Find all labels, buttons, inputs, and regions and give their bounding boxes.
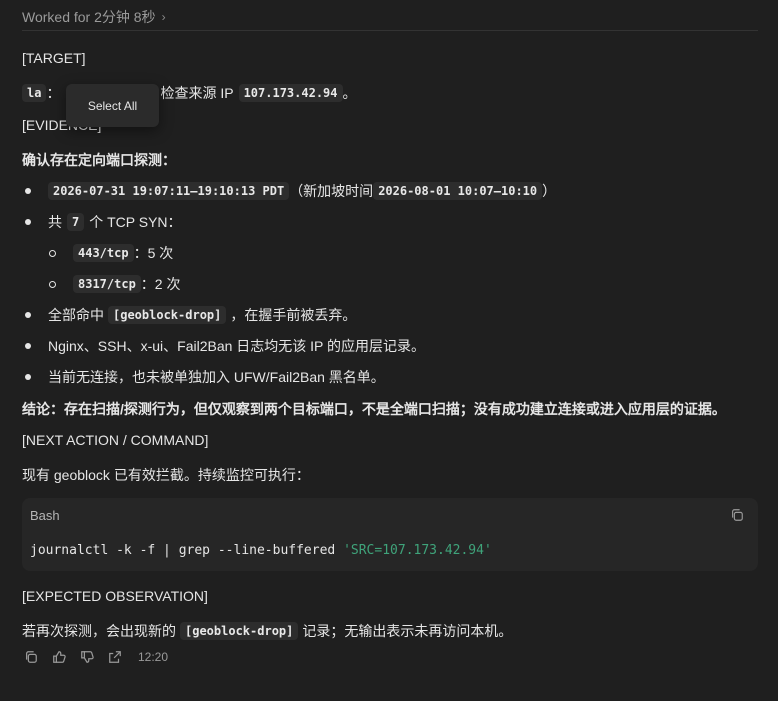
list-item-end: ）	[542, 183, 557, 199]
list-item-text: 全部命中	[48, 307, 104, 323]
conclusion: 结论：存在扫描/探测行为，但仅观察到两个目标端口，不是全端口扫描；没有成功建立连…	[22, 399, 726, 419]
share-icon[interactable]	[108, 650, 122, 664]
code-language-label: Bash	[30, 508, 60, 523]
code-command: journalctl -k -f | grep --line-buffered	[30, 543, 344, 558]
list-item-text: （新加坡时间	[289, 183, 374, 199]
list-item: 全部命中 [geoblock-drop] ，在握手前被丢弃。	[22, 305, 356, 325]
worked-duration-label: Worked for 2分钟 8秒	[22, 9, 156, 25]
sub-list-item-text: ：5 次	[133, 245, 174, 261]
target-colon: ：	[46, 85, 61, 101]
bullet-dot	[25, 312, 31, 318]
bullet-ring	[49, 280, 56, 288]
expected-line: 若再次探测，会出现新的 [geoblock-drop] 记录；无输出表示未再访问…	[22, 621, 512, 641]
select-all-menu-item[interactable]: Select All	[88, 99, 137, 113]
list-item-text: ，在握手前被丢弃。	[230, 307, 357, 323]
bullet-dot	[25, 374, 31, 380]
conclusion-text: 存在扫描/探测行为，但仅观察到两个目标端口，不是全端口扫描；没有成功建立连接或进…	[64, 401, 726, 417]
copy-icon[interactable]	[24, 650, 38, 664]
syn-count-code: 7	[67, 213, 85, 231]
conclusion-label: 结论：	[22, 401, 64, 417]
target-ip-code: 107.173.42.94	[238, 84, 343, 102]
geoblock-drop-code: [geoblock-drop]	[108, 306, 227, 324]
target-end: 。	[342, 85, 357, 101]
target-text: ，检查来源 IP	[146, 85, 234, 101]
bullet-dot	[25, 343, 31, 349]
next-action-heading: [NEXT ACTION / COMMAND]	[22, 432, 209, 448]
expected-text: 若再次探测，会出现新的	[22, 623, 176, 639]
geoblock-drop-code: [geoblock-drop]	[180, 622, 299, 640]
list-item: 2026-07-31 19:07:11–19:10:13 PDT （新加坡时间 …	[22, 181, 556, 201]
evidence-confirm: 确认存在定向端口探测：	[22, 152, 176, 168]
port-443-code: 443/tcp	[73, 244, 134, 262]
code-block: Bash journalctl -k -f | grep --line-buff…	[22, 498, 758, 571]
thumbs-up-icon[interactable]	[52, 650, 66, 664]
bullet-dot	[25, 188, 31, 194]
target-prefix-code: la	[22, 84, 47, 102]
bullet-dot	[25, 219, 31, 225]
sub-list-item: 443/tcp ：5 次	[22, 243, 173, 263]
list-item-text: 个 TCP SYN：	[89, 214, 182, 230]
list-item-text: 当前无连接，也未被单独加入 UFW/Fail2Ban 黑名单。	[48, 369, 385, 385]
sub-list-item-text: ：2 次	[140, 276, 181, 292]
next-action-text: 现有 geoblock 已有效拦截。持续监控可执行：	[22, 467, 310, 483]
divider	[22, 30, 758, 31]
copy-icon[interactable]	[730, 508, 744, 522]
code-string-arg: 'SRC=107.173.42.94'	[343, 543, 492, 558]
bullet-ring	[49, 249, 56, 257]
sub-list-item: 8317/tcp ：2 次	[22, 274, 180, 294]
code-line[interactable]: journalctl -k -f | grep --line-buffered …	[30, 543, 492, 558]
message-actions: 12:20	[24, 650, 168, 664]
expected-heading: [EXPECTED OBSERVATION]	[22, 588, 208, 604]
message-timestamp: 12:20	[138, 650, 169, 664]
target-heading: [TARGET]	[22, 50, 86, 66]
context-menu: Select All	[66, 84, 159, 127]
list-item-text: 共	[48, 214, 62, 230]
worked-duration-toggle[interactable]: Worked for 2分钟 8秒 ›	[22, 7, 166, 27]
list-item: 共 7 个 TCP SYN：	[22, 212, 182, 232]
list-item: 当前无连接，也未被单独加入 UFW/Fail2Ban 黑名单。	[22, 367, 385, 387]
chevron-right-icon: ›	[161, 10, 166, 24]
list-item-text: Nginx、SSH、x-ui、Fail2Ban 日志均无该 IP 的应用层记录。	[48, 338, 426, 354]
sg-time-code: 2026-08-01 10:07–10:10	[373, 182, 543, 200]
list-item: Nginx、SSH、x-ui、Fail2Ban 日志均无该 IP 的应用层记录。	[22, 336, 425, 356]
expected-text: 记录；无输出表示未再访问本机。	[302, 623, 513, 639]
thumbs-down-icon[interactable]	[80, 650, 94, 664]
port-8317-code: 8317/tcp	[73, 275, 141, 293]
pdt-time-code: 2026-07-31 19:07:11–19:10:13 PDT	[48, 182, 290, 200]
